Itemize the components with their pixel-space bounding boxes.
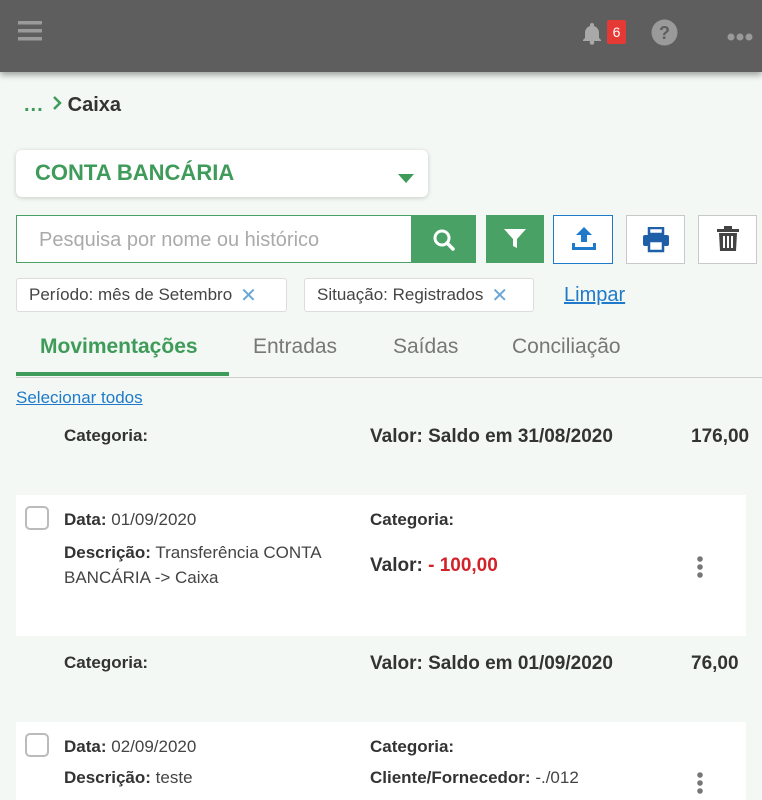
category-label: Categoria: — [370, 737, 455, 756]
client-value: -./012 — [535, 768, 579, 787]
search-icon — [432, 228, 456, 257]
select-all-link[interactable]: Selecionar todos — [16, 388, 143, 408]
printer-icon — [642, 226, 670, 258]
more-horizontal-icon[interactable] — [727, 28, 753, 46]
entry-client: Cliente/Fornecedor: -./012 — [370, 768, 579, 788]
client-label: Cliente/Fornecedor: — [370, 768, 531, 787]
date-label: Data: — [64, 510, 107, 529]
upload-icon — [570, 226, 598, 257]
export-button[interactable] — [553, 215, 613, 264]
tab-saidas[interactable]: Saídas — [393, 335, 458, 359]
tabs: Movimentações Entradas Saídas Conciliaçã… — [16, 325, 762, 378]
entry-checkbox[interactable] — [25, 506, 49, 530]
value-label: Valor: — [370, 555, 423, 576]
description-value: teste — [155, 768, 193, 787]
search-box — [16, 215, 412, 263]
filter-button[interactable] — [486, 215, 544, 263]
tab-movimentacoes[interactable]: Movimentações — [40, 335, 198, 359]
search-button[interactable] — [412, 215, 476, 263]
caret-down-icon — [398, 170, 414, 188]
breadcrumb-ellipsis[interactable]: ... — [24, 94, 44, 117]
filter-chip-period: Período: mês de Setembro ✕ — [16, 278, 287, 312]
account-label: CONTA BANCÁRIA — [35, 160, 235, 185]
breadcrumb-current: Caixa — [67, 93, 122, 116]
date-value: 01/09/2020 — [111, 510, 197, 529]
svg-text:?: ? — [659, 23, 670, 43]
filter-chip-label: Período: mês de Setembro — [29, 285, 233, 304]
entry-card: Data: 02/09/2020 Descrição: teste Catego… — [16, 722, 746, 800]
value-amount: - 100,00 — [428, 555, 498, 576]
help-icon[interactable]: ? — [651, 19, 678, 51]
account-selector[interactable]: CONTA BANCÁRIA — [16, 150, 428, 197]
filter-chip-label: Situação: Registrados — [317, 285, 484, 304]
balance-label: Valor: Saldo em 01/09/2020 — [370, 653, 613, 674]
search-input[interactable] — [37, 226, 401, 254]
remove-filter-icon[interactable]: ✕ — [240, 283, 257, 308]
description-label: Descrição: — [64, 768, 151, 787]
notification-badge: 6 — [607, 20, 626, 44]
entry-description: Descrição: Transferência CONTA BANCÁRIA … — [64, 540, 364, 590]
date-value: 02/09/2020 — [111, 737, 197, 756]
top-bar: 6 ? — [0, 0, 762, 72]
category-label: Categoria: — [370, 510, 455, 529]
entry-checkbox[interactable] — [25, 733, 49, 757]
menu-icon[interactable] — [18, 20, 42, 47]
tab-entradas[interactable]: Entradas — [253, 335, 337, 359]
entry-card: Data: 01/09/2020 Descrição: Transferênci… — [16, 495, 746, 636]
date-label: Data: — [64, 737, 107, 756]
trash-icon — [717, 226, 739, 257]
active-tab-indicator — [16, 372, 229, 376]
more-vertical-icon[interactable] — [696, 772, 704, 799]
entry-value: Valor: - 100,00 — [370, 555, 498, 577]
description-value: Transferência CONTA — [155, 543, 322, 562]
description-value-line2: BANCÁRIA -> Caixa — [64, 568, 219, 587]
balance-row: Categoria: Valor: Saldo em 31/08/2020 17… — [16, 424, 762, 464]
clear-filters-link[interactable]: Limpar — [564, 284, 625, 307]
tab-conciliacao[interactable]: Conciliação — [512, 335, 621, 359]
filter-icon — [503, 228, 527, 255]
category-label: Categoria: — [64, 426, 149, 445]
breadcrumb: ... Caixa — [24, 92, 121, 118]
chevron-right-icon — [52, 95, 62, 116]
remove-filter-icon[interactable]: ✕ — [491, 283, 508, 308]
delete-button[interactable] — [698, 215, 757, 264]
entry-date: Data: 02/09/2020 — [64, 737, 196, 757]
description-label: Descrição: — [64, 543, 151, 562]
balance-amount: 176,00 — [691, 426, 750, 447]
more-vertical-icon[interactable] — [696, 556, 704, 583]
bell-icon[interactable] — [580, 21, 604, 50]
print-button[interactable] — [626, 215, 685, 264]
entry-description: Descrição: teste — [64, 768, 193, 788]
category-label: Categoria: — [64, 653, 149, 672]
balance-row: Categoria: Valor: Saldo em 01/09/2020 76… — [16, 651, 762, 691]
entry-date: Data: 01/09/2020 — [64, 510, 196, 530]
balance-label: Valor: Saldo em 31/08/2020 — [370, 426, 613, 447]
filter-chip-status: Situação: Registrados ✕ — [304, 278, 534, 312]
balance-amount: 76,00 — [691, 653, 739, 674]
